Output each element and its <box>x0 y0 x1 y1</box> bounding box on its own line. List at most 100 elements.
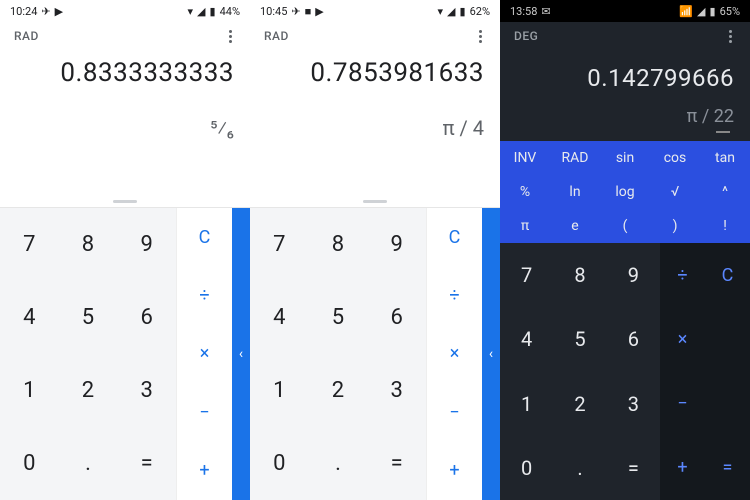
key-3[interactable]: 3 <box>367 354 426 427</box>
key-clear[interactable]: C <box>705 243 750 307</box>
key-inv[interactable]: INV <box>500 141 550 175</box>
key-log[interactable]: log <box>600 175 650 209</box>
key-divide[interactable]: ÷ <box>177 266 232 324</box>
key-2[interactable]: 2 <box>309 354 368 427</box>
key-4[interactable]: 4 <box>0 281 59 354</box>
key-6[interactable]: 6 <box>367 281 426 354</box>
key-cos[interactable]: cos <box>650 141 700 175</box>
status-icon: ◢ <box>197 5 205 18</box>
key-e[interactable]: e <box>550 209 600 243</box>
digit-pad: 7 8 9 4 5 6 1 2 3 0 . = <box>500 243 660 500</box>
key-multiply[interactable]: × <box>660 307 705 371</box>
operator-pad: ÷ C × − + = <box>660 243 750 500</box>
key-2[interactable]: 2 <box>59 354 118 427</box>
key-1[interactable]: 1 <box>0 354 59 427</box>
key-5[interactable]: 5 <box>309 281 368 354</box>
key-0[interactable]: 0 <box>500 436 553 500</box>
status-bar: 10:45 ✈ ■ ▶ ▾ ◢ ▮ 62% <box>250 0 500 22</box>
key-clear[interactable]: C <box>427 208 482 266</box>
angle-mode[interactable]: RAD <box>14 29 39 43</box>
key-pi[interactable]: π <box>500 209 550 243</box>
angle-mode[interactable]: DEG <box>514 29 538 43</box>
expression-value: π / 22 <box>516 106 734 127</box>
key-6[interactable]: 6 <box>117 281 176 354</box>
key-5[interactable]: 5 <box>553 307 606 371</box>
battery-text: 62% <box>470 5 490 18</box>
angle-mode[interactable]: RAD <box>264 29 289 43</box>
drag-handle-icon[interactable] <box>363 200 387 203</box>
key-1[interactable]: 1 <box>250 354 309 427</box>
key-3[interactable]: 3 <box>117 354 176 427</box>
status-bar: 10:24 ✈ ▶ ▾ ◢ ▮ 44% <box>0 0 250 22</box>
result-value: 0.142799666 <box>516 64 734 92</box>
key-7[interactable]: 7 <box>500 243 553 307</box>
calculator-header: RAD <box>250 22 500 50</box>
key-equals[interactable]: = <box>705 436 750 500</box>
status-icon: 📶 <box>679 5 693 18</box>
key-factorial[interactable]: ! <box>700 209 750 243</box>
key-plus[interactable]: + <box>660 436 705 500</box>
key-decimal[interactable]: . <box>309 427 368 500</box>
key-blank <box>705 307 750 371</box>
key-multiply[interactable]: × <box>177 325 232 383</box>
key-8[interactable]: 8 <box>309 208 368 281</box>
key-4[interactable]: 4 <box>250 281 309 354</box>
key-rparen[interactable]: ) <box>650 209 700 243</box>
key-rad[interactable]: RAD <box>550 141 600 175</box>
advanced-drawer-handle[interactable]: ‹ <box>482 208 500 500</box>
key-8[interactable]: 8 <box>59 208 118 281</box>
key-0[interactable]: 0 <box>250 427 309 500</box>
key-9[interactable]: 9 <box>117 208 176 281</box>
key-percent[interactable]: % <box>500 175 550 209</box>
key-minus[interactable]: − <box>427 383 482 441</box>
key-minus[interactable]: − <box>660 372 705 436</box>
key-ln[interactable]: ln <box>550 175 600 209</box>
key-minus[interactable]: − <box>177 383 232 441</box>
key-6[interactable]: 6 <box>607 307 660 371</box>
key-7[interactable]: 7 <box>0 208 59 281</box>
key-sqrt[interactable]: √ <box>650 175 700 209</box>
overflow-menu-icon[interactable] <box>475 26 486 47</box>
key-1[interactable]: 1 <box>500 372 553 436</box>
key-3[interactable]: 3 <box>607 372 660 436</box>
key-4[interactable]: 4 <box>500 307 553 371</box>
status-icon: ◢ <box>697 5 705 18</box>
status-icon: ▶ <box>315 5 323 18</box>
key-decimal[interactable]: . <box>553 436 606 500</box>
display-area: 0.142799666 π / 22 <box>500 50 750 141</box>
overflow-menu-icon[interactable] <box>225 26 236 47</box>
key-plus[interactable]: + <box>427 442 482 500</box>
key-tan[interactable]: tan <box>700 141 750 175</box>
key-blank <box>705 372 750 436</box>
key-power[interactable]: ^ <box>700 175 750 209</box>
key-plus[interactable]: + <box>177 442 232 500</box>
advanced-drawer-handle[interactable]: ‹ <box>232 208 250 500</box>
display-area: 0.8333333333 ⁵⁄₆ <box>0 50 250 144</box>
result-value: 0.8333333333 <box>16 58 234 88</box>
key-5[interactable]: 5 <box>59 281 118 354</box>
key-clear[interactable]: C <box>177 208 232 266</box>
key-2[interactable]: 2 <box>553 372 606 436</box>
key-9[interactable]: 9 <box>607 243 660 307</box>
calculator-header: DEG <box>500 22 750 50</box>
key-0[interactable]: 0 <box>0 427 59 500</box>
key-7[interactable]: 7 <box>250 208 309 281</box>
status-icon: ◢ <box>447 5 455 18</box>
battery-icon: ▮ <box>460 5 466 18</box>
key-sin[interactable]: sin <box>600 141 650 175</box>
key-divide[interactable]: ÷ <box>427 266 482 324</box>
overflow-menu-icon[interactable] <box>725 26 736 47</box>
status-icon: ■ <box>305 5 312 18</box>
key-9[interactable]: 9 <box>367 208 426 281</box>
drag-handle-icon[interactable] <box>113 200 137 203</box>
status-time: 13:58 <box>510 5 537 18</box>
battery-icon: ▮ <box>710 5 716 18</box>
key-equals[interactable]: = <box>117 427 176 500</box>
key-divide[interactable]: ÷ <box>660 243 705 307</box>
key-equals[interactable]: = <box>607 436 660 500</box>
key-equals[interactable]: = <box>367 427 426 500</box>
key-multiply[interactable]: × <box>427 325 482 383</box>
key-8[interactable]: 8 <box>553 243 606 307</box>
key-lparen[interactable]: ( <box>600 209 650 243</box>
key-decimal[interactable]: . <box>59 427 118 500</box>
